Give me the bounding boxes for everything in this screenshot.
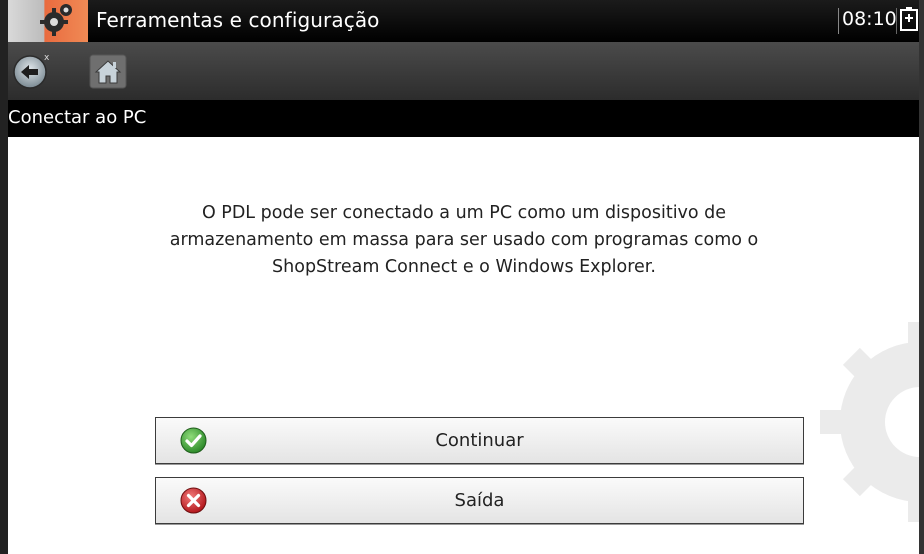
main-content: O PDL pode ser conectado a um PC como um… — [8, 137, 919, 554]
exit-label: Saída — [454, 490, 505, 511]
status-separator — [838, 8, 839, 34]
info-message: O PDL pode ser conectado a um PC como um… — [169, 203, 759, 277]
left-bezel — [0, 0, 8, 554]
svg-text:x: x — [44, 53, 50, 63]
status-separator — [896, 8, 897, 34]
app-title: Ferramentas e configuração — [96, 8, 380, 32]
back-arrow-icon: x — [13, 53, 50, 89]
app-icon[interactable] — [8, 0, 88, 42]
gear-icon — [40, 4, 72, 36]
breadcrumb-bar: Conectar ao PC — [8, 100, 919, 137]
gear-watermark-icon — [820, 322, 919, 522]
right-bezel — [919, 0, 924, 554]
battery-charging-icon — [900, 7, 918, 31]
continue-label: Continuar — [435, 430, 524, 451]
clock: 08:10 — [842, 8, 897, 30]
exit-button[interactable]: Saída — [155, 477, 804, 524]
home-icon — [89, 54, 127, 89]
home-button[interactable] — [84, 48, 132, 93]
continue-button[interactable]: Continuar — [155, 417, 804, 464]
back-button[interactable]: x — [10, 48, 58, 93]
device-screen: Ferramentas e configuração 08:10 x Conec… — [0, 0, 924, 554]
breadcrumb: Conectar ao PC — [8, 107, 147, 128]
toolbar: x — [8, 42, 919, 100]
